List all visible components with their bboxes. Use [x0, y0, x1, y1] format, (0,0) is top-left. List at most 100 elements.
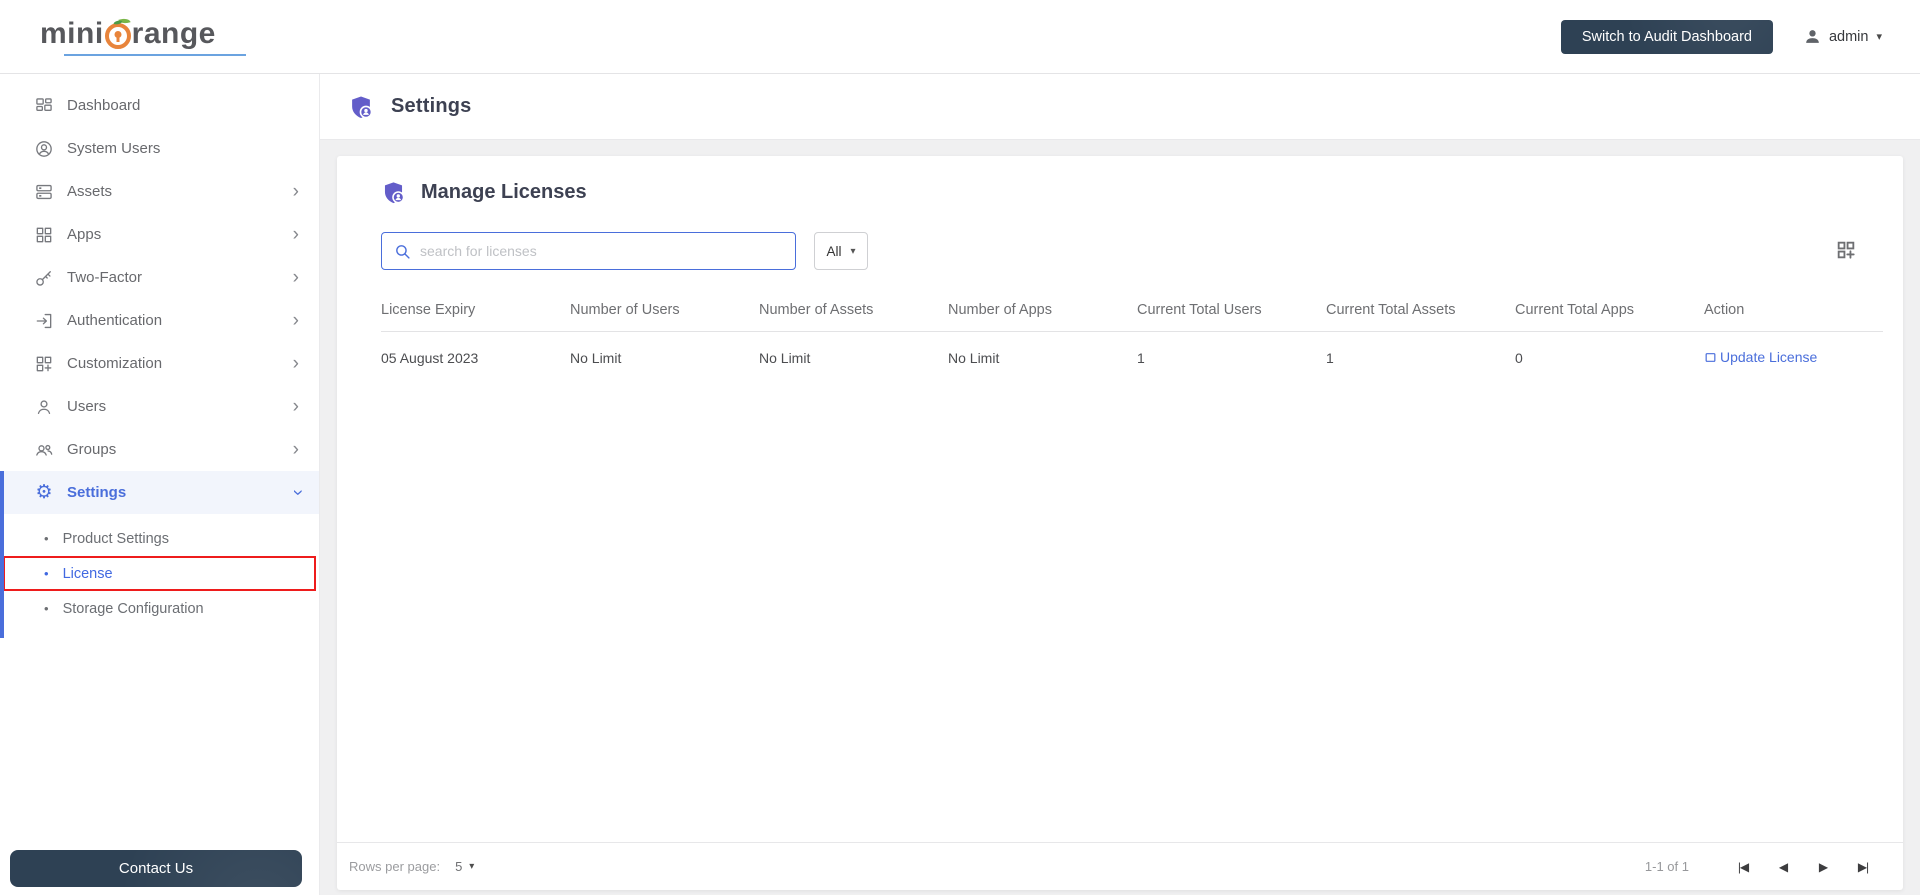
sidebar-item-label: Groups — [67, 441, 117, 458]
sidebar-item-two-factor[interactable]: Two-Factor › — [0, 256, 319, 299]
pagination-bar: Rows per page: 5 ▾ 1-1 of 1 |◀ ◀ ▶ ▶| — [337, 842, 1903, 890]
cell-current-total-assets: 1 — [1326, 349, 1334, 366]
column-header-license-expiry: License Expiry — [381, 292, 570, 332]
cell-current-total-apps: 0 — [1515, 349, 1523, 366]
logo-mini-text: mini — [40, 17, 104, 50]
settings-shield-icon — [348, 94, 374, 120]
table-controls: All ▾ — [381, 232, 1859, 270]
sidebar-subitem-storage-configuration[interactable]: • Storage Configuration — [0, 591, 319, 626]
column-header-current-total-assets: Current Total Assets — [1326, 292, 1515, 332]
sidebar-item-label: Settings — [67, 484, 127, 501]
column-header-action: Action — [1704, 292, 1883, 332]
users-icon — [33, 397, 55, 417]
manage-licenses-card: Manage Licenses All ▾ — [337, 156, 1903, 890]
license-card-icon — [1705, 352, 1716, 362]
pagination-range-label: 1-1 of 1 — [1644, 859, 1689, 874]
assets-icon — [33, 182, 55, 202]
sidebar-subitem-label: Product Settings — [62, 530, 169, 547]
sidebar-item-customization[interactable]: Customization › — [0, 342, 319, 385]
topbar: mini range Switch to Audit Dashboard admi… — [0, 0, 1920, 74]
authentication-icon — [33, 311, 55, 331]
customization-icon — [33, 354, 55, 374]
cell-number-of-assets: No Limit — [759, 349, 811, 366]
logo-range-text: range — [131, 17, 216, 50]
sidebar-item-label: Assets — [67, 183, 113, 200]
sidebar-item-label: System Users — [67, 140, 161, 157]
first-page-button[interactable]: |◀ — [1723, 860, 1763, 874]
settings-group: ⚙ Settings › • Product Settings • License • S… — [0, 471, 319, 638]
bullet-icon: • — [44, 531, 49, 546]
user-icon — [1806, 30, 1819, 43]
filter-dropdown[interactable]: All ▾ — [814, 232, 868, 270]
column-header-number-of-apps: Number of Apps — [948, 292, 1137, 332]
sidebar-subitem-product-settings[interactable]: • Product Settings — [0, 521, 319, 556]
orange-keyhole-icon — [104, 16, 131, 49]
next-page-button[interactable]: ▶ — [1803, 860, 1843, 874]
sidebar-item-system-users[interactable]: System Users — [0, 127, 319, 170]
sidebar-item-settings[interactable]: ⚙ Settings › — [0, 471, 319, 514]
column-header-number-of-assets: Number of Assets — [759, 292, 948, 332]
username-label: admin — [1828, 28, 1869, 45]
filter-value: All — [826, 243, 842, 259]
sidebar-item-apps[interactable]: Apps › — [0, 213, 319, 256]
license-search-box — [381, 232, 796, 270]
switch-audit-dashboard-button[interactable]: Switch to Audit Dashboard — [1560, 19, 1773, 54]
logo-text: mini range — [40, 16, 246, 50]
topbar-actions: Switch to Audit Dashboard admin ▾ — [1560, 19, 1882, 54]
page-title: Settings — [391, 95, 472, 117]
settings-submenu: • Product Settings • License • Storage Config… — [0, 514, 319, 638]
sidebar-item-label: Customization — [67, 355, 163, 372]
chevron-right-icon: › — [292, 353, 299, 374]
system-users-icon — [33, 139, 55, 159]
sidebar-item-label: Dashboard — [67, 97, 141, 114]
user-menu[interactable]: admin ▾ — [1803, 27, 1882, 46]
table-body: 05 August 2023 No Limit No Limit No Limit 1 1… — [381, 332, 1883, 381]
dashboard-icon — [33, 96, 55, 116]
chevron-right-icon: › — [292, 396, 299, 417]
rows-per-page-label: Rows per page: — [349, 859, 441, 874]
table-header-row: License Expiry Number of Users Number of A… — [381, 292, 1883, 332]
sidebar-item-label: Apps — [67, 226, 102, 243]
rows-per-page-caret-icon[interactable]: ▾ — [469, 861, 474, 872]
sidebar-subitem-label: License — [62, 565, 113, 582]
update-license-label: Update License — [1720, 349, 1818, 365]
card-header: Manage Licenses — [337, 156, 1903, 205]
previous-page-button[interactable]: ◀ — [1763, 860, 1803, 874]
sidebar-nav: Dashboard System Users Assets › Apps › Two-Fac… — [0, 74, 319, 638]
miniorange-logo[interactable]: mini range — [40, 16, 246, 56]
sidebar-item-label: Two-Factor — [67, 269, 143, 286]
user-caret-icon: ▾ — [1876, 31, 1882, 43]
two-factor-icon — [33, 268, 55, 288]
sidebar-item-users[interactable]: Users › — [0, 385, 319, 428]
search-icon — [396, 244, 410, 259]
grid-add-icon[interactable] — [1835, 239, 1859, 263]
bullet-icon: • — [44, 601, 49, 616]
content-area: Manage Licenses All ▾ — [320, 140, 1920, 895]
logo-underline — [64, 54, 246, 56]
update-license-link[interactable]: Update License — [1704, 349, 1817, 365]
gear-icon: ⚙ — [35, 482, 53, 503]
sidebar-subitem-license[interactable]: • License — [3, 556, 316, 591]
cell-number-of-apps: No Limit — [948, 349, 1000, 366]
sidebar-item-label: Authentication — [67, 312, 163, 329]
column-header-number-of-users: Number of Users — [570, 292, 759, 332]
apps-icon — [33, 225, 55, 245]
sidebar-item-authentication[interactable]: Authentication › — [0, 299, 319, 342]
cell-current-total-users: 1 — [1137, 349, 1145, 366]
contact-us-button[interactable]: Contact Us — [10, 850, 302, 887]
chevron-down-icon: › — [287, 489, 309, 496]
card-title: Manage Licenses — [421, 181, 587, 203]
sidebar-item-assets[interactable]: Assets › — [0, 170, 319, 213]
last-page-button[interactable]: ▶| — [1843, 860, 1883, 874]
column-header-current-total-apps: Current Total Apps — [1515, 292, 1704, 332]
sidebar-item-dashboard[interactable]: Dashboard — [0, 84, 319, 127]
sidebar-item-groups[interactable]: Groups › — [0, 428, 319, 471]
chevron-right-icon: › — [292, 439, 299, 460]
search-input[interactable] — [420, 243, 783, 259]
page-header: Settings — [320, 74, 1920, 140]
licenses-shield-icon — [381, 180, 406, 205]
sidebar-subitem-label: Storage Configuration — [62, 600, 204, 617]
rows-per-page-value[interactable]: 5 — [455, 859, 462, 874]
groups-icon — [33, 440, 55, 460]
licenses-table: License Expiry Number of Users Number of A… — [381, 292, 1883, 381]
